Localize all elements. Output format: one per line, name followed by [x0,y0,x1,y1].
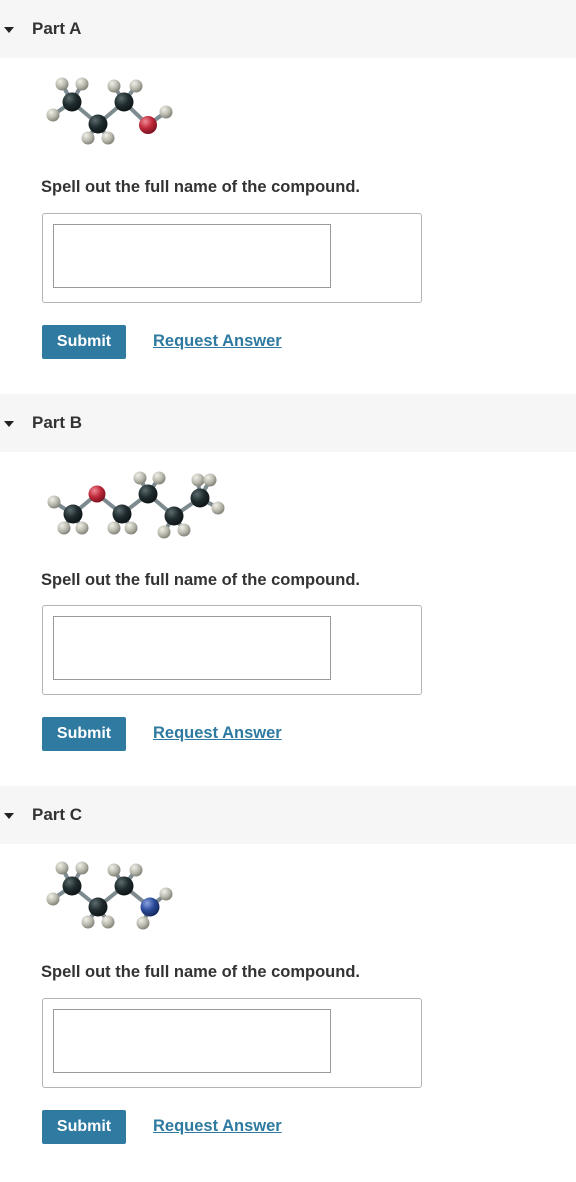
part-c-question: Spell out the full name of the compound. [41,963,360,981]
part-a-answer-input[interactable] [53,224,331,288]
part-c-answer-box [42,998,422,1088]
part-a-request-answer-link[interactable]: Request Answer [153,331,282,351]
part-c-answer-input[interactable] [53,1009,331,1073]
part-b-answer-input[interactable] [53,616,331,680]
part-c-molecule-image [46,861,173,930]
part-a-question: Spell out the full name of the compound. [41,178,360,196]
part-c-title: Part C [32,805,83,824]
part-c-header[interactable]: Part C [0,786,576,844]
part-b-request-answer-link[interactable]: Request Answer [153,723,282,743]
part-a-title: Part A [32,19,82,38]
part-a-submit-button[interactable]: Submit [42,325,126,359]
part-b-question: Spell out the full name of the compound. [41,571,360,589]
part-b-header[interactable]: Part B [0,394,576,452]
caret-down-icon [4,27,14,33]
part-a-header[interactable]: Part A [0,0,576,58]
caret-down-icon [4,813,14,819]
part-c-submit-button[interactable]: Submit [42,1110,126,1144]
part-b-molecule-image [47,471,225,539]
part-a-answer-box [42,213,422,303]
part-b-submit-button[interactable]: Submit [42,717,126,751]
part-b-answer-box [42,605,422,695]
part-a-molecule-image [46,77,173,145]
caret-down-icon [4,421,14,427]
part-c-request-answer-link[interactable]: Request Answer [153,1116,282,1136]
part-b-title: Part B [32,413,83,432]
